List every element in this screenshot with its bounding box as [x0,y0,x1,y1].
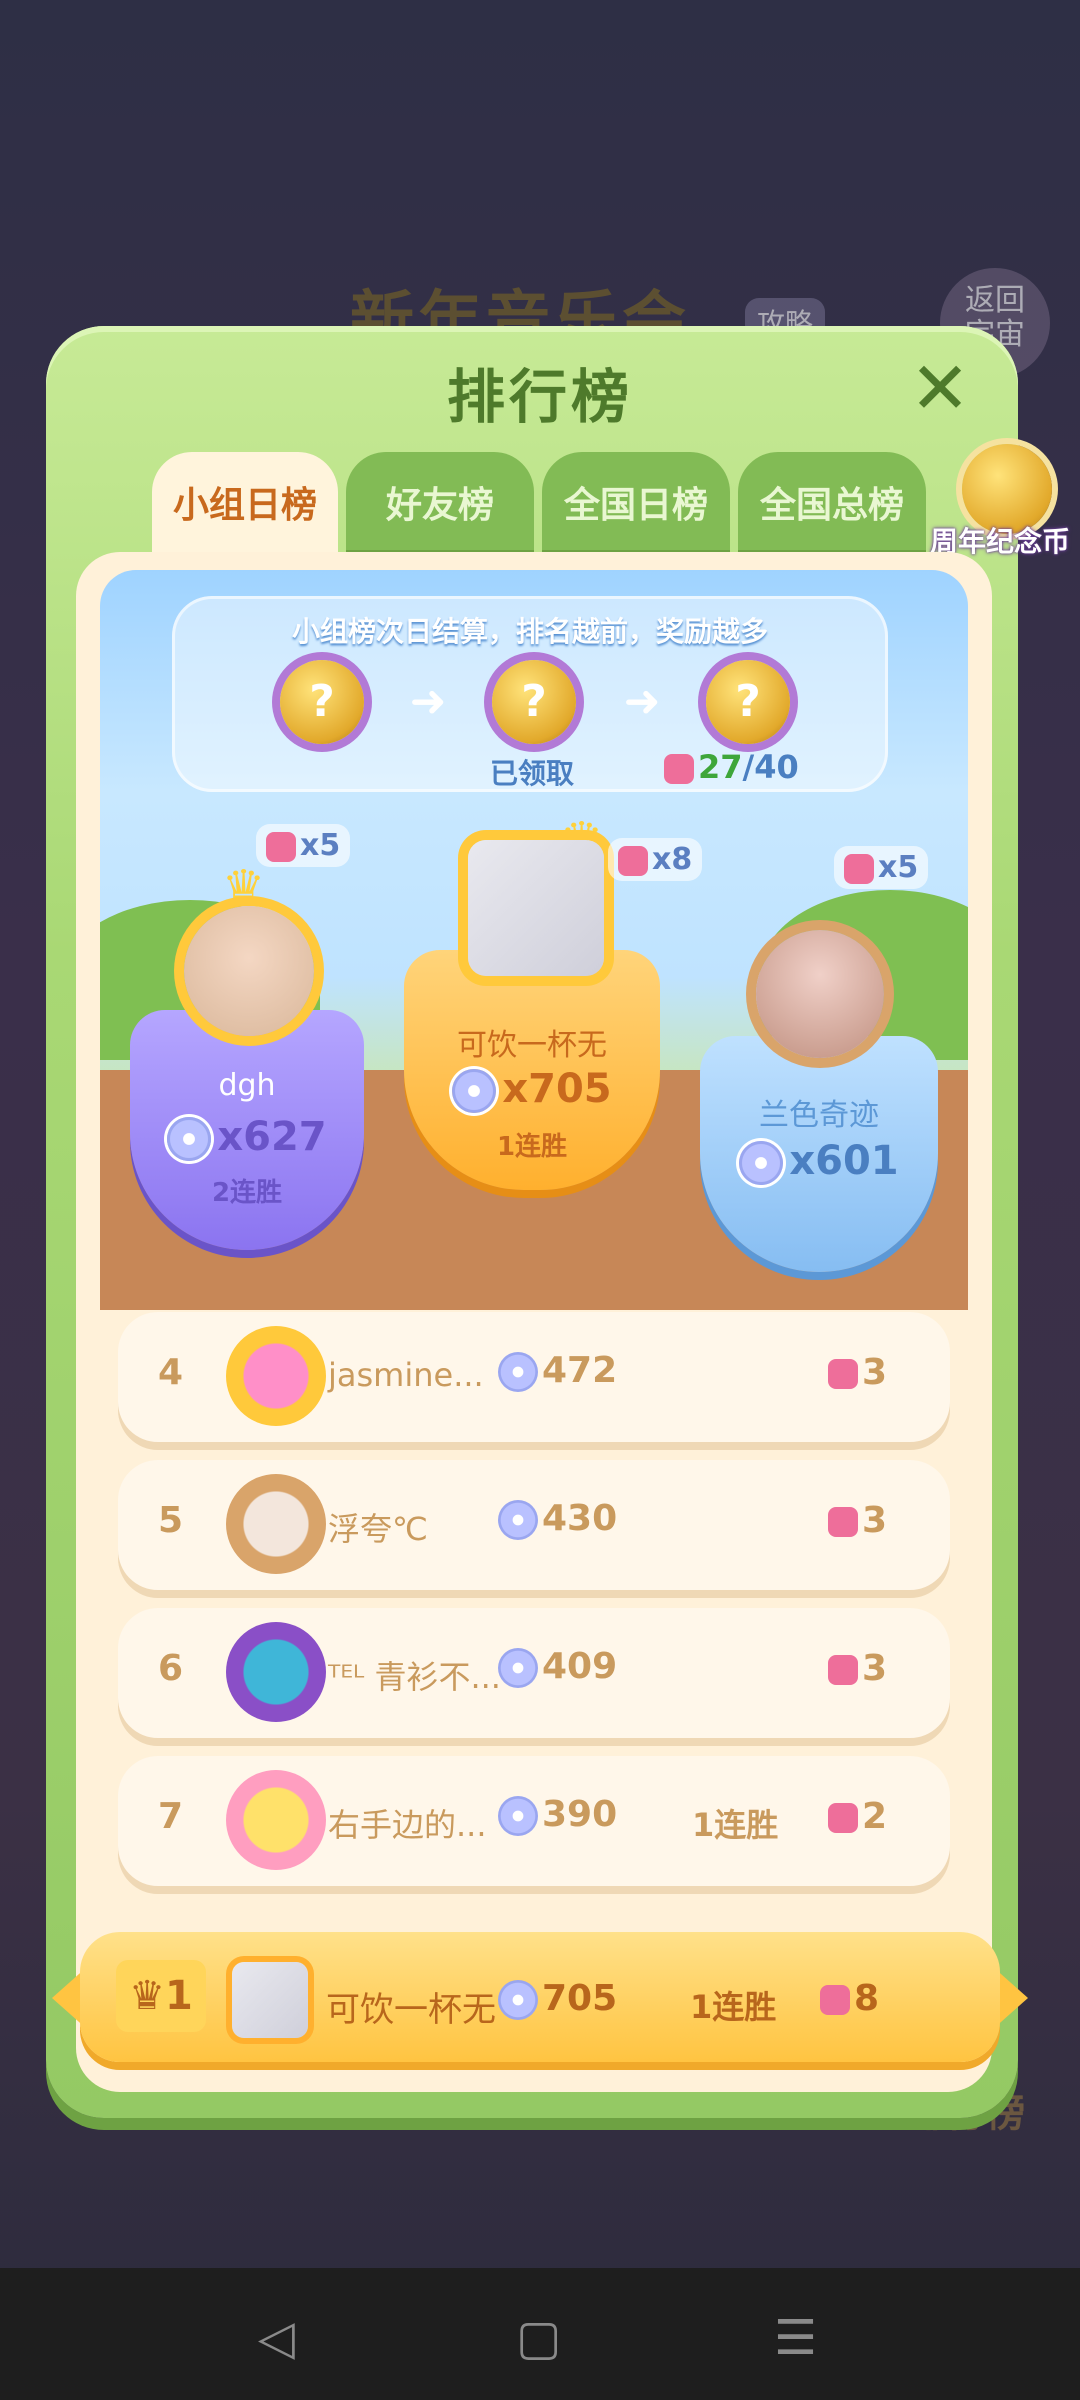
puzzle-progress: 27/40 [664,748,799,786]
my-streak: 1连胜 [690,1988,777,2026]
disc-icon [498,1500,538,1540]
progress-total: /40 [742,748,799,786]
puzzle-piece-icon [828,1803,858,1833]
nav-home-icon[interactable]: ▢ [516,2310,561,2366]
player-name: 浮夸℃ [328,1510,428,1548]
rank-number: 4 [158,1352,184,1393]
progress-current: 27 [698,748,743,786]
puzzle-piece-icon [618,845,648,876]
player-pieces: 2 [828,1796,887,1837]
puzzle-piece-icon [820,1985,850,2015]
crown-icon: ♛ [129,1973,165,2019]
rank-row[interactable]: 5 浮夸℃ 430 3 [118,1460,950,1590]
avatar [226,1622,326,1722]
podium-third-score: x601 [700,1138,938,1185]
podium-second-name: dgh [218,1068,276,1103]
rank-number: 7 [158,1796,184,1837]
puzzle-piece-icon [664,754,694,784]
disc-icon [452,1069,497,1113]
disc-icon [498,1648,538,1688]
player-pieces: 3 [828,1648,887,1689]
my-name: 可饮一杯无 [326,1990,496,2030]
rank-row[interactable]: 6 ᵀᴱᴸ 青衫不... 409 3 [118,1608,950,1738]
player-score: 472 [498,1350,617,1392]
reward-chest-1-icon[interactable]: ? [280,660,364,744]
puzzle-piece-icon [266,831,296,862]
disc-icon [739,1141,784,1185]
nav-back-icon[interactable]: ◁ [258,2310,295,2366]
pieces-bubble-second: x5 [256,824,351,867]
player-name: jasmine... [328,1356,484,1394]
reward-info-text: 小组榜次日结算，排名越前，奖励越多 [291,615,768,648]
puzzle-piece-icon [828,1655,858,1685]
rank-row[interactable]: 4 jasmine... 472 3 [118,1312,950,1442]
tab-friends[interactable]: 好友榜 [346,452,534,554]
avatar-third[interactable] [756,930,884,1058]
puzzle-piece-icon [828,1507,858,1537]
nav-menu-icon[interactable]: ☰ [774,2310,817,2366]
disc-icon [498,1352,538,1392]
my-rank-crown-badge: ♛1 [116,1960,206,2032]
my-pieces: 8 [820,1978,879,2019]
reward-chest-2-icon[interactable]: ? [492,660,576,744]
podium-first-streak: 1连胜 [496,1132,568,1162]
puzzle-piece-icon [844,853,874,884]
podium-third-name: 兰色奇迹 [759,1098,879,1133]
player-name: 右手边的... [328,1806,487,1844]
player-score: 409 [498,1646,617,1688]
rank-number: 5 [158,1500,184,1541]
player-score: 430 [498,1498,617,1540]
avatar [226,1474,326,1574]
pieces-bubble-first: x8 [608,838,703,881]
avatar-second[interactable] [184,906,314,1036]
player-pieces: 3 [828,1352,887,1393]
my-avatar [232,1962,308,2038]
podium-first-score: x705 [404,1066,660,1113]
disc-icon [498,1796,538,1836]
avatar [226,1326,326,1426]
avatar-first[interactable] [468,840,604,976]
disc-icon [167,1117,212,1161]
player-name: ᵀᴱᴸ 青衫不... [328,1658,501,1696]
avatar [226,1770,326,1870]
pieces-bubble-third: x5 [834,846,929,889]
reward-chest-3-icon[interactable]: ? [706,660,790,744]
puzzle-piece-icon [828,1359,858,1389]
arrow-right-icon: ➜ [409,676,447,727]
rank-number: 6 [158,1648,184,1689]
podium-first-name: 可饮一杯无 [457,1028,607,1063]
my-rank-number: 1 [165,1973,193,2019]
arrow-right-icon: ➜ [623,676,661,727]
claimed-label: 已领取 [490,757,575,790]
player-score: 390 [498,1794,617,1836]
player-pieces: 3 [828,1500,887,1541]
tab-group-daily[interactable]: 小组日榜 [152,452,338,554]
podium-second-score: x627 [130,1114,364,1161]
my-score: 705 [498,1978,617,2020]
rank-row[interactable]: 7 右手边的... 390 1连胜 2 [118,1756,950,1886]
player-streak: 1连胜 [692,1806,779,1844]
tab-national-total[interactable]: 全国总榜 [738,452,926,554]
tab-national-daily[interactable]: 全国日榜 [542,452,730,554]
podium-second-streak: 2连胜 [211,1178,283,1208]
close-icon[interactable]: ✕ [908,352,972,424]
disc-icon [498,1980,538,2020]
